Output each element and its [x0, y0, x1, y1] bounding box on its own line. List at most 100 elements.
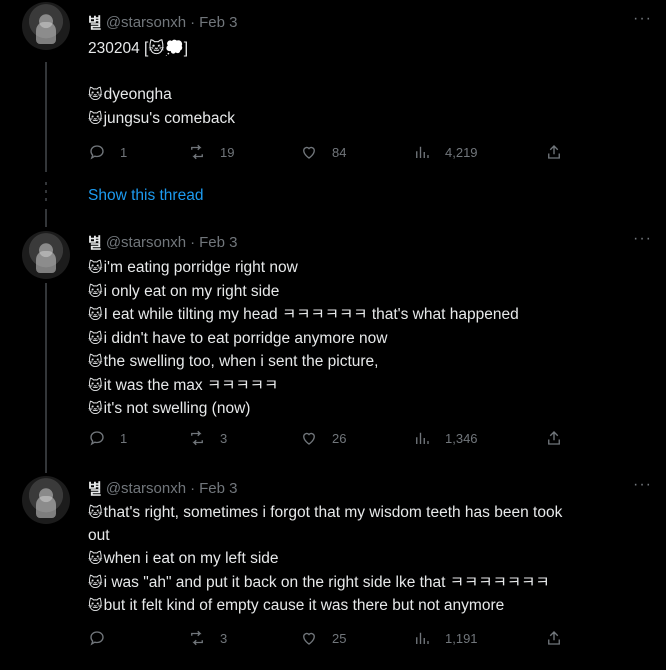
- share-button[interactable]: [545, 143, 577, 161]
- tweet-line: 🐱but it felt kind of empty cause it was …: [88, 594, 648, 618]
- tweet-line-text: i'm eating porridge right now: [103, 259, 298, 276]
- share-icon: [548, 145, 560, 159]
- tweet-line: 🐱jungsu's comeback: [88, 107, 648, 131]
- separator: ·: [190, 233, 196, 251]
- reply-button[interactable]: 1: [88, 143, 127, 161]
- share-button[interactable]: [545, 629, 577, 647]
- retweet-button[interactable]: 3: [188, 629, 227, 647]
- tweet-actions: 1 19 84 4,219: [88, 143, 578, 163]
- analytics-icon: [416, 632, 429, 644]
- display-name[interactable]: 별: [88, 12, 102, 33]
- tweet-header: 별 @starsonxh · Feb 3: [88, 12, 237, 32]
- reply-icon: [90, 631, 104, 646]
- tweet-line-text: 230204 [🐱💭]: [88, 40, 189, 57]
- heart-icon: [303, 146, 315, 159]
- like-button[interactable]: 25: [300, 629, 346, 647]
- tweet-line: 🐱that's right, sometimes i forgot that m…: [88, 501, 648, 525]
- like-count: 26: [332, 430, 347, 446]
- thread-connector: [45, 209, 47, 227]
- cat-emoji: 🐱: [88, 329, 103, 346]
- tweet-line: 🐱i only eat on my right side: [88, 280, 648, 304]
- tweet-line-text: i was "ah" and put it back on the right …: [103, 573, 550, 591]
- share-button[interactable]: [545, 429, 577, 447]
- tweet-actions: 3 25 1,191: [88, 629, 578, 649]
- views-count: 1,346: [445, 430, 478, 446]
- cat-emoji: 🐱: [88, 400, 103, 416]
- tweet-text: 230204 [🐱💭] 🐱dyeongha 🐱jungsu's comeback: [88, 38, 648, 130]
- display-name[interactable]: 별: [88, 232, 102, 253]
- share-icon: [548, 431, 560, 445]
- views-count: 1,191: [445, 630, 478, 646]
- retweet-icon: [191, 630, 203, 646]
- tweet-actions: 1 3 26 1,346: [88, 429, 578, 449]
- handle[interactable]: @starsonxh: [106, 14, 186, 31]
- like-button[interactable]: 84: [300, 143, 346, 161]
- retweet-icon: [191, 144, 203, 160]
- timeline: 별 @starsonxh · Feb 3 ··· 230204 [🐱💭] 🐱dy…: [0, 0, 666, 670]
- tweet-line: 🐱i'm eating porridge right now: [88, 256, 648, 280]
- cat-emoji: 🐱: [88, 109, 103, 126]
- tweet-line-text: when i eat on my left side: [103, 550, 279, 567]
- reply-icon: [90, 145, 104, 160]
- analytics-icon: [416, 146, 429, 158]
- thread-gap-dots: [45, 182, 47, 206]
- analytics-icon: [416, 432, 429, 444]
- tweet-date[interactable]: Feb 3: [199, 234, 237, 251]
- reply-count: 1: [120, 144, 128, 160]
- cat-emoji: 🐱: [88, 597, 103, 613]
- tweet-line: out: [88, 525, 648, 548]
- tweet-line-text: that's right, sometimes i forgot that my…: [103, 504, 563, 521]
- handle[interactable]: @starsonxh: [106, 234, 186, 251]
- more-options-icon[interactable]: ···: [633, 10, 652, 28]
- avatar[interactable]: [22, 231, 70, 279]
- more-options-icon[interactable]: ···: [633, 230, 652, 248]
- avatar[interactable]: [22, 2, 70, 50]
- tweet-line-text: out: [88, 526, 110, 544]
- avatar[interactable]: [22, 476, 70, 524]
- reply-button[interactable]: 1: [88, 429, 127, 447]
- retweet-button[interactable]: 19: [188, 143, 234, 161]
- views-button[interactable]: 1,191: [413, 629, 478, 647]
- thread-connector: [45, 283, 47, 473]
- tweet-line-text: I eat while tilting my head ㅋㅋㅋㅋㅋㅋ that'…: [103, 306, 519, 323]
- tweet-text: 🐱that's right, sometimes i forgot that m…: [88, 501, 648, 618]
- handle[interactable]: @starsonxh: [106, 480, 186, 497]
- like-button[interactable]: 26: [300, 429, 346, 447]
- tweet-line: 🐱when i eat on my left side: [88, 547, 648, 571]
- tweet-line: 🐱it's not swelling (now): [88, 397, 648, 421]
- tweet-header: 별 @starsonxh · Feb 3: [88, 232, 237, 252]
- views-button[interactable]: 1,346: [413, 429, 478, 447]
- tweet-line: 🐱i was "ah" and put it back on the right…: [88, 571, 648, 595]
- reply-button[interactable]: [88, 629, 120, 647]
- cat-emoji: 🐱: [88, 86, 103, 102]
- views-button[interactable]: 4,219: [413, 143, 478, 161]
- tweet-line-text: it's not swelling (now): [103, 400, 251, 417]
- tweet-line-text: i didn't have to eat porridge anymore no…: [103, 329, 388, 347]
- cat-emoji: 🐱: [88, 306, 103, 322]
- tweet-line-text: it was the max ㅋㅋㅋㅋㅋ: [103, 376, 279, 394]
- tweet-text: 🐱i'm eating porridge right now 🐱i only ea…: [88, 256, 648, 421]
- like-count: 84: [332, 144, 347, 160]
- cat-emoji: 🐱: [88, 504, 103, 520]
- tweet-line: 🐱i didn't have to eat porridge anymore n…: [88, 327, 648, 351]
- tweet-date[interactable]: Feb 3: [199, 14, 237, 31]
- retweet-button[interactable]: 3: [188, 429, 227, 447]
- show-thread-link[interactable]: Show this thread: [88, 187, 203, 205]
- tweet-line-text: [88, 63, 92, 80]
- views-count: 4,219: [445, 144, 478, 160]
- cat-emoji: 🐱: [88, 573, 103, 590]
- display-name[interactable]: 별: [88, 478, 102, 499]
- tweet-line: 🐱the swelling too, when i sent the pictu…: [88, 350, 648, 374]
- tweet-line-text: but it felt kind of empty cause it was t…: [103, 597, 505, 614]
- cat-emoji: 🐱: [88, 353, 103, 369]
- like-count: 25: [332, 630, 347, 646]
- separator: ·: [190, 479, 196, 497]
- more-options-icon[interactable]: ···: [633, 476, 652, 494]
- tweet-date[interactable]: Feb 3: [199, 480, 237, 497]
- tweet-line-text: dyeongha: [103, 86, 172, 103]
- tweet-line: [88, 61, 648, 84]
- retweet-count: 3: [220, 430, 228, 446]
- tweet-line: 230204 [🐱💭]: [88, 38, 648, 61]
- retweet-count: 19: [220, 144, 235, 160]
- reply-icon: [90, 431, 104, 446]
